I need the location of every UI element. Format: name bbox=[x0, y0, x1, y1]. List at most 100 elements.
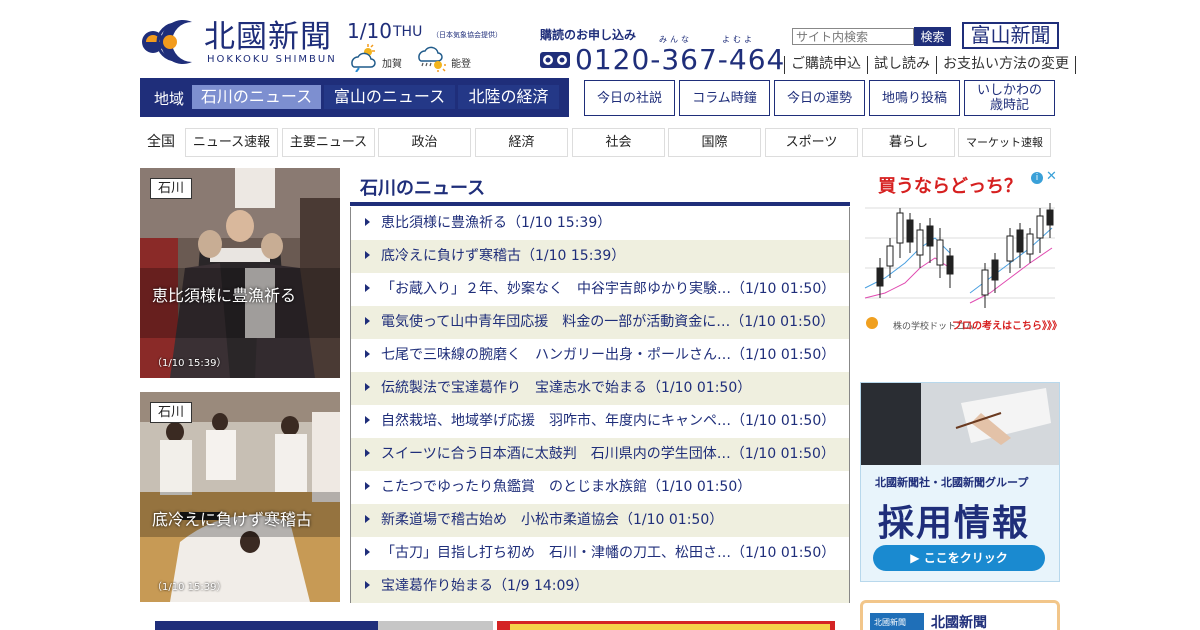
recruit-ad-photo bbox=[861, 383, 1059, 465]
news-title-underline bbox=[350, 202, 850, 206]
category-living[interactable]: 暮らし bbox=[862, 128, 955, 157]
bullet-arrow-icon bbox=[365, 581, 370, 589]
ad-close-icon[interactable]: ✕ bbox=[1046, 169, 1057, 184]
weather-noto[interactable]: 能登 bbox=[416, 42, 476, 72]
util-link-subscribe[interactable]: ご購読申込 bbox=[784, 56, 867, 74]
category-national[interactable]: 全国 bbox=[140, 128, 182, 157]
category-society[interactable]: 社会 bbox=[572, 128, 665, 157]
tab-hokuriku-economy[interactable]: 北陸の経済 bbox=[458, 85, 559, 109]
cloud-sun-icon bbox=[418, 46, 446, 72]
news-headline[interactable]: スイーツに合う日本酒に太鼓判 石川県内の学生団体…（1/10 01:50） bbox=[381, 446, 835, 462]
search-input[interactable] bbox=[792, 28, 914, 45]
utility-links: ご購読申込 試し読み お支払い方法の変更 bbox=[784, 56, 1076, 74]
bullet-arrow-icon bbox=[365, 383, 370, 391]
news-item[interactable]: こたつでゆったり魚鑑賞 のとじま水族館（1/10 01:50） bbox=[351, 471, 849, 504]
subscription-label: 購読のお申し込み bbox=[540, 28, 637, 42]
recruit-click-button[interactable]: ▶ ここをクリック bbox=[873, 545, 1045, 571]
weather-credit: （日本気象協会提供） bbox=[432, 30, 502, 40]
bullet-arrow-icon bbox=[365, 548, 370, 556]
news-headline[interactable]: 電気使って山中青年団応援 料金の一部が活動資金に…（1/10 01:50） bbox=[381, 314, 835, 330]
subscription-phone[interactable]: 0120-367-464 bbox=[575, 43, 785, 76]
category-breaking[interactable]: ニュース速報 bbox=[185, 128, 278, 157]
news-headline[interactable]: 伝統製法で宝達葛作り 宝達志水で始まる（1/10 01:50） bbox=[381, 380, 751, 396]
news-headline[interactable]: 「お蔵入り」２年、妙案なく 中谷宇吉郎ゆかり実験…（1/10 01:50） bbox=[381, 281, 835, 297]
search-button[interactable]: 検索 bbox=[914, 27, 951, 46]
ad-info-icon[interactable]: i bbox=[1031, 172, 1043, 184]
category-politics[interactable]: 政治 bbox=[378, 128, 471, 157]
news-item[interactable]: 宝達葛作り始まる（1/9 14:09） bbox=[351, 570, 849, 603]
sun-cloud-icon bbox=[351, 44, 376, 72]
stock-ad-cta[interactable]: プロの考えはこちら》》》 bbox=[952, 317, 1062, 332]
bottom-banner-left-image bbox=[378, 621, 493, 630]
news-headline[interactable]: 自然栽培、地域挙げ応援 羽咋市、年度内にキャンペ…（1/10 01:50） bbox=[381, 413, 835, 429]
region-tag: 石川 bbox=[150, 402, 193, 423]
horoscope-button[interactable]: 今日の運勢 bbox=[774, 80, 865, 116]
util-link-trial[interactable]: 試し読み bbox=[867, 56, 936, 74]
editorial-button[interactable]: 今日の社説 bbox=[584, 80, 675, 116]
news-item[interactable]: 自然栽培、地域挙げ応援 羽咋市、年度内にキャンペ…（1/10 01:50） bbox=[351, 405, 849, 438]
ishikawa-almanac-button[interactable]: いしかわの 歳時記 bbox=[964, 80, 1055, 116]
weather-credit-suffix: ） bbox=[495, 31, 502, 39]
newspaper-promo-name[interactable]: 北國新聞 bbox=[931, 612, 987, 630]
freedial-icon bbox=[540, 52, 570, 68]
news-headline[interactable]: 新柔道場で稽古始め 小松市柔道協会（1/10 01:50） bbox=[381, 512, 723, 528]
photo-caption[interactable]: 恵比須様に豊漁祈る bbox=[152, 282, 296, 306]
bullet-arrow-icon bbox=[365, 317, 370, 325]
column-jisho-button[interactable]: コラム時鐘 bbox=[679, 80, 770, 116]
photo-caption[interactable]: 底冷えに負けず寒稽古 bbox=[152, 506, 312, 530]
category-economy[interactable]: 経済 bbox=[475, 128, 568, 157]
photo-card-kangeiko[interactable]: 石川 底冷えに負けず寒稽古 （1/10 15:39） bbox=[140, 392, 340, 602]
tab-toyama-news[interactable]: 富山のニュース bbox=[324, 85, 455, 109]
util-link-payment[interactable]: お支払い方法の変更 bbox=[936, 56, 1076, 74]
weather-noto-label: 能登 bbox=[451, 59, 471, 70]
news-headline[interactable]: 底冷えに負けず寒稽古（1/10 15:39） bbox=[381, 248, 625, 264]
weather-kaga[interactable]: 加賀 bbox=[347, 42, 407, 72]
news-item[interactable]: 「古刀」目指し打ち初め 石川・津幡の刀工、松田さ…（1/10 01:50） bbox=[351, 537, 849, 570]
current-date: 1/10 bbox=[347, 19, 392, 43]
bullet-arrow-icon bbox=[365, 350, 370, 358]
bullet-arrow-icon bbox=[365, 284, 370, 292]
news-headline[interactable]: 七尾で三味線の腕磨く ハンガリー出身・ポールさん…（1/10 01:50） bbox=[381, 347, 835, 363]
news-item[interactable]: 七尾で三味線の腕磨く ハンガリー出身・ポールさん…（1/10 01:50） bbox=[351, 339, 849, 372]
bottom-banner-right-image bbox=[510, 624, 830, 630]
category-sports[interactable]: スポーツ bbox=[765, 128, 858, 157]
category-international[interactable]: 国際 bbox=[668, 128, 761, 157]
news-item[interactable]: 恵比須様に豊漁祈る（1/10 15:39） bbox=[351, 207, 849, 240]
news-item[interactable]: スイーツに合う日本酒に太鼓判 石川県内の学生団体…（1/10 01:50） bbox=[351, 438, 849, 471]
recruit-ad-org: 北國新聞社・北國新聞グループ bbox=[875, 476, 1029, 489]
category-market[interactable]: マーケット速報 bbox=[958, 128, 1051, 157]
kangeiko-photo bbox=[140, 392, 340, 602]
news-item[interactable]: 底冷えに負けず寒稽古（1/10 15:39） bbox=[351, 240, 849, 273]
news-item[interactable]: 「お蔵入り」２年、妙案なく 中谷宇吉郎ゆかり実験…（1/10 01:50） bbox=[351, 273, 849, 306]
hokkoku-logo-icon[interactable] bbox=[140, 16, 198, 66]
news-headline[interactable]: こたつでゆったり魚鑑賞 のとじま水族館（1/10 01:50） bbox=[381, 479, 751, 495]
weather-credit-prefix: （日本気象協会 bbox=[432, 31, 481, 39]
bullet-arrow-icon bbox=[365, 416, 370, 424]
site-logo-text[interactable]: 北國新聞 bbox=[204, 18, 332, 56]
category-top-news[interactable]: 主要ニュース bbox=[282, 128, 375, 157]
weather-credit-link[interactable]: 提供 bbox=[481, 31, 495, 39]
news-list: 恵比須様に豊漁祈る（1/10 15:39） 底冷えに負けず寒稽古（1/10 15… bbox=[350, 207, 850, 603]
bullet-arrow-icon bbox=[365, 251, 370, 259]
site-logo-subtitle: HOKKOKU SHIMBUN bbox=[207, 54, 337, 65]
bullet-arrow-icon bbox=[365, 515, 370, 523]
news-item[interactable]: 新柔道場で稽古始め 小松市柔道協会（1/10 01:50） bbox=[351, 504, 849, 537]
toyama-shimbun-link[interactable]: 富山新聞 bbox=[962, 22, 1059, 49]
news-headline[interactable]: 宝達葛作り始まる（1/9 14:09） bbox=[381, 578, 588, 594]
ebisu-festival-photo bbox=[140, 168, 340, 378]
news-item[interactable]: 電気使って山中青年団応援 料金の一部が活動資金に…（1/10 01:50） bbox=[351, 306, 849, 339]
day-of-week: THU bbox=[393, 24, 423, 40]
tab-ishikawa-news[interactable]: 石川のニュース bbox=[192, 85, 321, 109]
photo-card-ebisu[interactable]: 石川 恵比須様に豊漁祈る （1/10 15:39） bbox=[140, 168, 340, 378]
bullet-arrow-icon bbox=[365, 218, 370, 226]
news-section-title: 石川のニュース bbox=[360, 178, 486, 199]
region-tag: 石川 bbox=[150, 178, 193, 199]
recruit-ad-title: 採用情報 bbox=[878, 503, 1031, 544]
news-headline[interactable]: 恵比須様に豊漁祈る（1/10 15:39） bbox=[381, 215, 611, 231]
stock-ad-title[interactable]: 買うならどっち？ bbox=[878, 172, 1022, 198]
news-item[interactable]: 伝統製法で宝達葛作り 宝達志水で始まる（1/10 01:50） bbox=[351, 372, 849, 405]
region-nav-label: 地域 bbox=[154, 90, 185, 108]
news-headline[interactable]: 「古刀」目指し打ち初め 石川・津幡の刀工、松田さ…（1/10 01:50） bbox=[381, 545, 835, 561]
photo-timestamp: （1/10 15:39） bbox=[152, 582, 227, 593]
reader-post-button[interactable]: 地鳴り投稿 bbox=[869, 80, 960, 116]
